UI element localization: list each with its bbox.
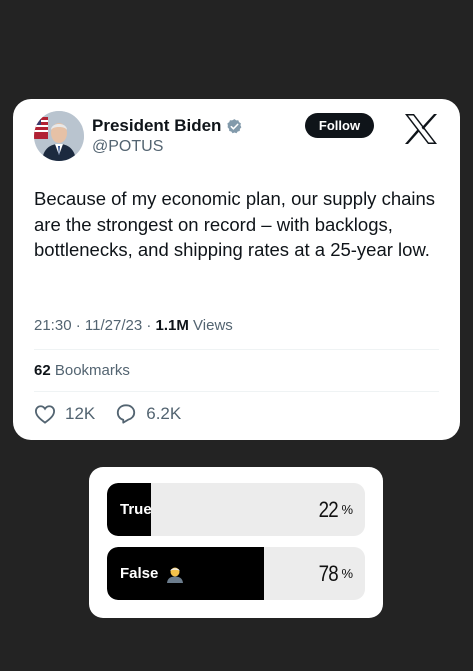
divider [34,391,439,392]
tweet-meta: 21:30 · 11/27/23 · 1.1M Views [34,317,233,334]
tweet-card: President Biden @POTUS Follow Because of… [13,99,460,440]
poll-option-label: False [120,547,184,600]
heart-icon [34,404,56,424]
poll-option-text: True [120,501,152,518]
percent-value: 22 [318,496,339,522]
display-name[interactable]: President Biden [92,116,221,136]
avatar[interactable] [34,111,84,161]
bookmarks-count: 62 [34,362,51,379]
poll-option-label: True [120,483,152,536]
divider [34,349,439,350]
meta-separator: · [146,317,156,334]
speech-bubble-icon [117,404,136,424]
tweet-text: Because of my economic plan, our supply … [34,188,436,260]
poll-option-percent: 22 % [317,483,353,536]
poll-option-false[interactable]: False 78 % [107,547,365,600]
poll-option-text: False [120,565,159,582]
meta-separator: · [75,317,85,334]
poll-card: True 22 % False 78 % [89,467,383,618]
like-button[interactable]: 12K [34,404,95,424]
poll-option-true[interactable]: True 22 % [107,483,365,536]
bookmarks-label: Bookmarks [54,362,130,379]
poll-option-percent: 78 % [317,547,353,600]
reply-count: 6.2K [146,403,182,423]
views-label: Views [193,317,233,334]
screenshot-canvas: President Biden @POTUS Follow Because of… [0,0,473,671]
tweet-date[interactable]: 11/27/23 [85,317,142,334]
percent-value: 78 [318,560,339,586]
follow-button[interactable]: Follow [305,113,374,138]
x-logo-icon[interactable] [404,113,438,145]
handle[interactable]: @POTUS [92,138,163,156]
like-count: 12K [65,403,96,423]
name-row: President Biden [92,116,243,136]
percent-symbol: % [341,502,353,517]
person-emoji-icon [166,565,184,583]
percent-symbol: % [341,566,353,581]
views-count: 1.1M [155,317,189,334]
verified-badge-icon [226,118,243,135]
action-bar: 12K 6.2K [34,403,201,424]
reply-button[interactable]: 6.2K [115,403,181,424]
bookmarks-stat[interactable]: 62 Bookmarks [34,362,130,379]
tweet-time[interactable]: 21:30 [34,317,72,334]
